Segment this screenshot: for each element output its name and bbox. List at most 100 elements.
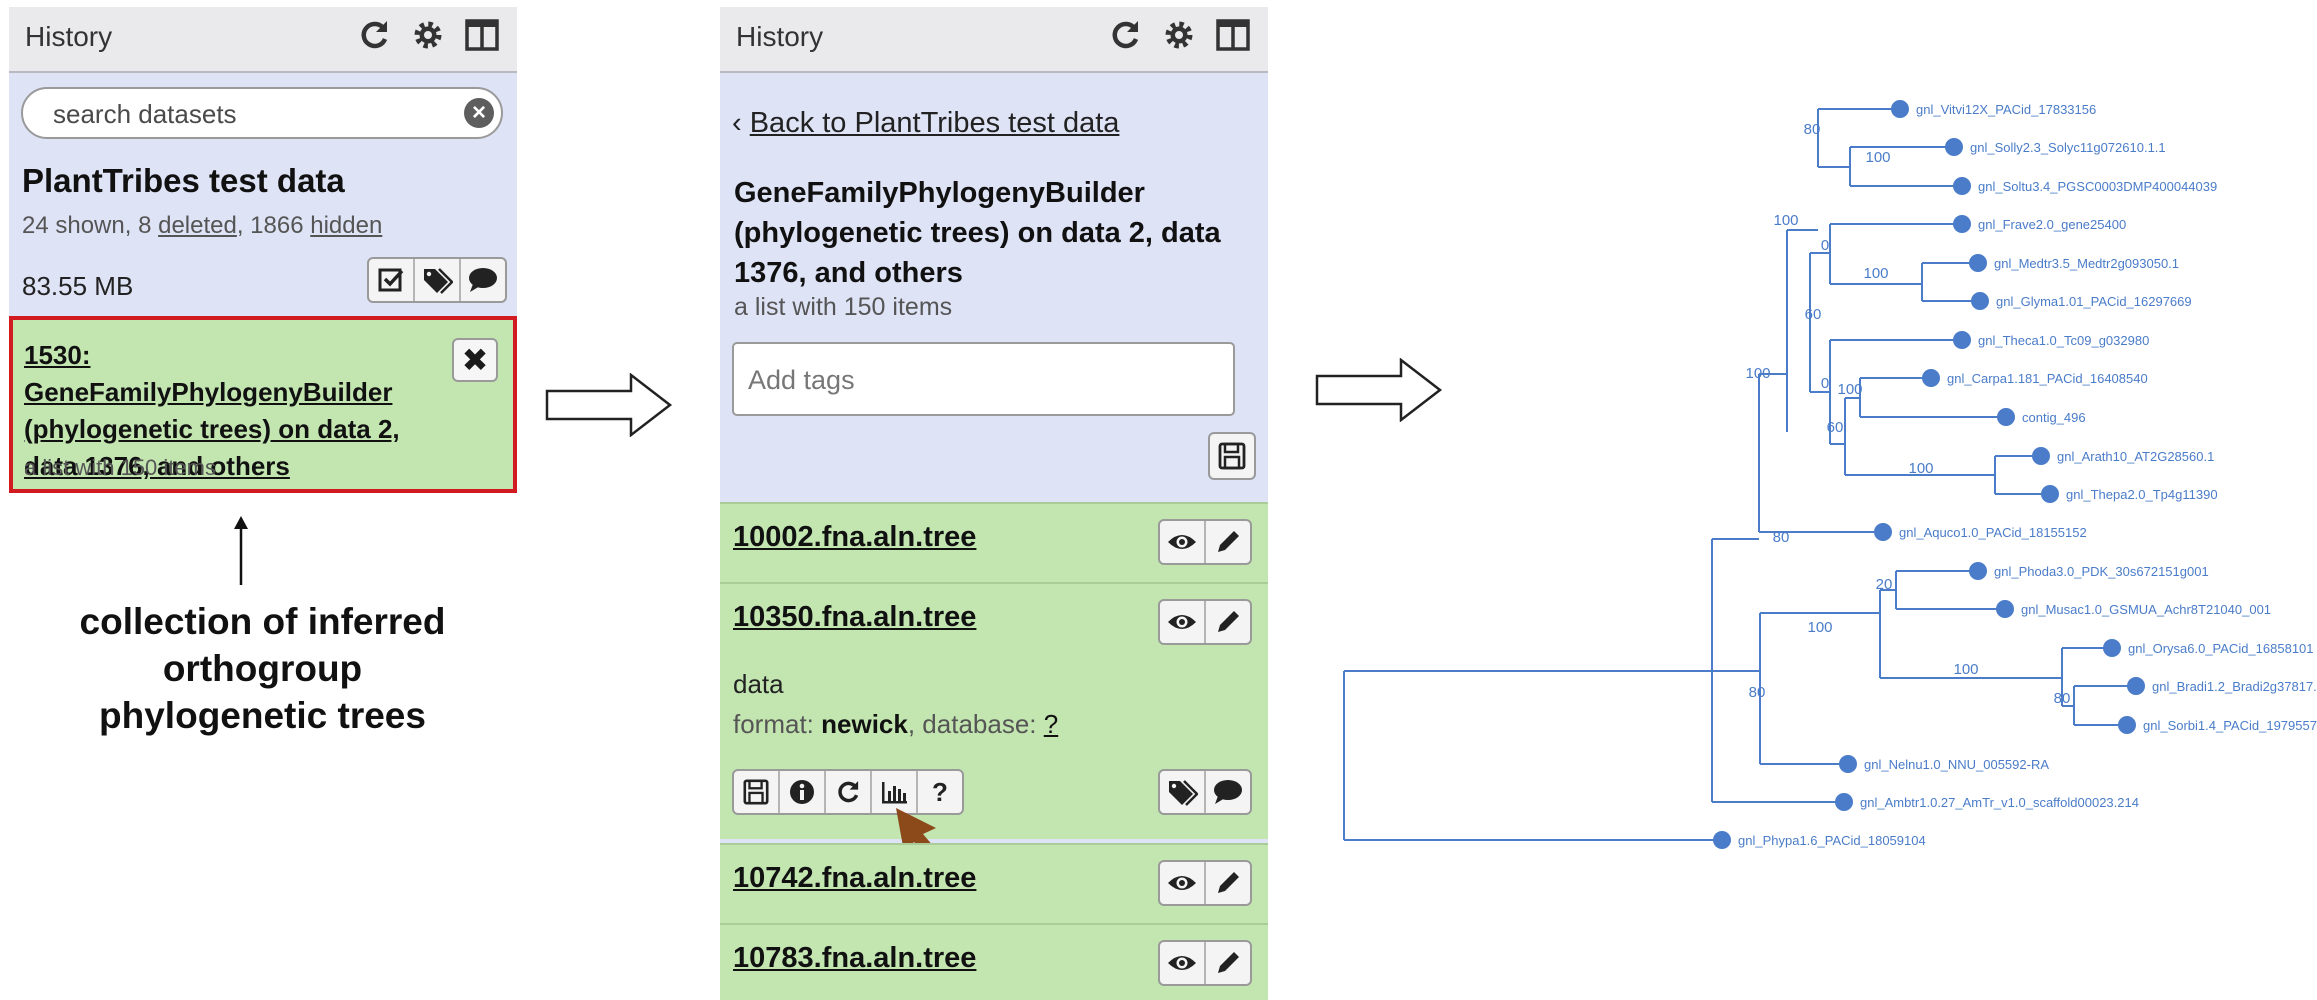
leaf-label: gnl_Vitvi12X_PACid_17833156 (1916, 102, 2096, 117)
tags-input[interactable] (746, 362, 1210, 398)
support-value: 60 (1805, 306, 1822, 323)
tags-icon[interactable] (1160, 771, 1206, 813)
gear-icon[interactable] (1158, 14, 1200, 56)
refresh-icon[interactable] (353, 14, 395, 56)
annotation-line-1: collection of inferred (79, 601, 446, 642)
select-checkbox-icon[interactable] (369, 259, 415, 301)
leaf-label: gnl_Sorbi1.4_PACid_1979557 (2143, 718, 2317, 733)
dataset-info: data (733, 669, 784, 699)
leaf-label: gnl_Phoda3.0_PDK_30s672151g001 (1994, 564, 2209, 579)
pencil-icon[interactable] (1206, 521, 1250, 563)
delete-button[interactable]: ✖ (452, 338, 498, 382)
leaf-label: contig_496 (2022, 410, 2086, 425)
leaf-node (1953, 215, 1971, 233)
support-value: 80 (1804, 121, 1821, 138)
download-icon[interactable] (734, 771, 780, 813)
eye-icon[interactable] (1160, 521, 1206, 563)
leaf-node (1945, 138, 1963, 156)
dataset-name[interactable]: 10002.fna.aln.tree (733, 521, 976, 554)
search-input[interactable] (51, 97, 435, 131)
format-label: format: (733, 709, 822, 739)
leaf-node (1997, 408, 2015, 426)
eye-icon[interactable] (1160, 601, 1206, 643)
leaf-label: gnl_Glyma1.01_PACid_16297669 (1996, 294, 2192, 309)
support-value: 80 (2054, 690, 2071, 707)
pointer-arrow-icon (234, 516, 248, 585)
hidden-link[interactable]: hidden (310, 212, 382, 239)
leaf-node (1891, 100, 1909, 118)
format-value: newick (821, 709, 908, 739)
leaf-node (1969, 562, 1987, 580)
flow-arrow-icon (545, 373, 673, 437)
support-value: 100 (1865, 149, 1890, 166)
database-value[interactable]: ? (1044, 709, 1058, 739)
back-link[interactable]: ‹ Back to PlantTribes test data (732, 107, 1119, 140)
history-header-title: History (25, 21, 113, 52)
dataset-name[interactable]: 10783.fna.aln.tree (733, 942, 976, 975)
collection-title: GeneFamilyPhylogenyBuilder (phylogenetic… (734, 177, 1221, 289)
support-value: 80 (1749, 684, 1766, 701)
leaf-node (1953, 177, 1971, 195)
dataset-item-expanded[interactable]: 10350.fna.aln.tree data format: newick, … (720, 582, 1268, 862)
save-button[interactable] (1208, 432, 1256, 480)
phylogenetic-tree: 80 100 100 0 100 60 0 100 60 100 100 80 20 100 100 80 80… (1343, 100, 2317, 849)
rerun-icon[interactable] (826, 771, 872, 813)
support-value: 100 (1908, 460, 1933, 477)
history-header-title: History (736, 21, 824, 52)
collection-item[interactable]: 1530: GeneFamilyPhylogenyBuilder (phylog… (9, 316, 517, 493)
leaf-node (2127, 677, 2145, 695)
leaf-node (1835, 793, 1853, 811)
eye-icon[interactable] (1160, 862, 1206, 904)
dataset-item[interactable]: 10002.fna.aln.tree (720, 502, 1268, 582)
svg-text:?: ? (932, 778, 948, 806)
clear-search-icon[interactable]: × (464, 98, 494, 128)
leaf-node (1839, 755, 1857, 773)
search-box: × (21, 87, 503, 139)
leaf-label: gnl_Ambtr1.0.27_AmTr_v1.0_scaffold00023.… (1860, 795, 2139, 810)
leaf-label: gnl_Medtr3.5_Medtr2g093050.1 (1994, 256, 2179, 271)
dataset-item[interactable]: 10783.fna.aln.tree (720, 923, 1268, 1000)
dataset-actions (1158, 519, 1252, 565)
dataset-item[interactable]: 10742.fna.aln.tree (720, 843, 1268, 923)
tags-icon[interactable] (415, 259, 461, 301)
support-value: 100 (1807, 619, 1832, 636)
deleted-link[interactable]: deleted (158, 212, 237, 239)
leaf-label: gnl_Theca1.0_Tc09_g032980 (1978, 333, 2149, 348)
annotation-text: collection of inferred orthogroup phylog… (25, 598, 500, 739)
columns-icon[interactable] (461, 14, 503, 56)
back-link-label[interactable]: Back to PlantTribes test data (750, 107, 1120, 139)
support-value: 0 (1821, 237, 1829, 254)
leaf-node (1996, 600, 2014, 618)
leaf-label: gnl_Carpa1.181_PACid_16408540 (1947, 371, 2148, 386)
collection-subtitle: a list with 150 items (734, 293, 953, 321)
info-icon[interactable] (780, 771, 826, 813)
columns-icon[interactable] (1212, 14, 1254, 56)
dataset-actions (1158, 860, 1252, 906)
dataset-name[interactable]: 10350.fna.aln.tree (733, 601, 976, 634)
leaf-label: gnl_Soltu3.4_PGSC0003DMP400044039 (1978, 179, 2217, 194)
refresh-icon[interactable] (1104, 14, 1146, 56)
leaf-label: gnl_Thepa2.0_Tp4g11390 (2066, 487, 2218, 502)
pencil-icon[interactable] (1206, 862, 1250, 904)
leaf-node (2032, 447, 2050, 465)
history-counts: 24 shown, 8 deleted, 1866 hidden (22, 212, 382, 240)
eye-icon[interactable] (1160, 942, 1206, 984)
annotation-line-3: phylogenetic trees (99, 695, 426, 736)
dataset-tag-buttons (1158, 769, 1252, 815)
pencil-icon[interactable] (1206, 942, 1250, 984)
leaf-node (2103, 639, 2121, 657)
pencil-icon[interactable] (1206, 601, 1250, 643)
annotation-line-2: orthogroup (162, 648, 363, 689)
leaf-node (1874, 523, 1892, 541)
shown-count: 24 shown, 8 (22, 212, 159, 239)
dataset-name[interactable]: 10742.fna.aln.tree (733, 862, 976, 895)
support-value: 100 (1745, 365, 1770, 382)
history-actions (367, 257, 507, 303)
support-value: 0 (1821, 375, 1829, 392)
gear-icon[interactable] (407, 14, 449, 56)
comment-icon[interactable] (1206, 771, 1250, 813)
leaf-label: gnl_Nelnu1.0_NNU_005592-RA (1864, 757, 2049, 772)
comment-icon[interactable] (461, 259, 505, 301)
leaf-node (2118, 716, 2136, 734)
chevron-left-icon: ‹ (732, 107, 750, 139)
